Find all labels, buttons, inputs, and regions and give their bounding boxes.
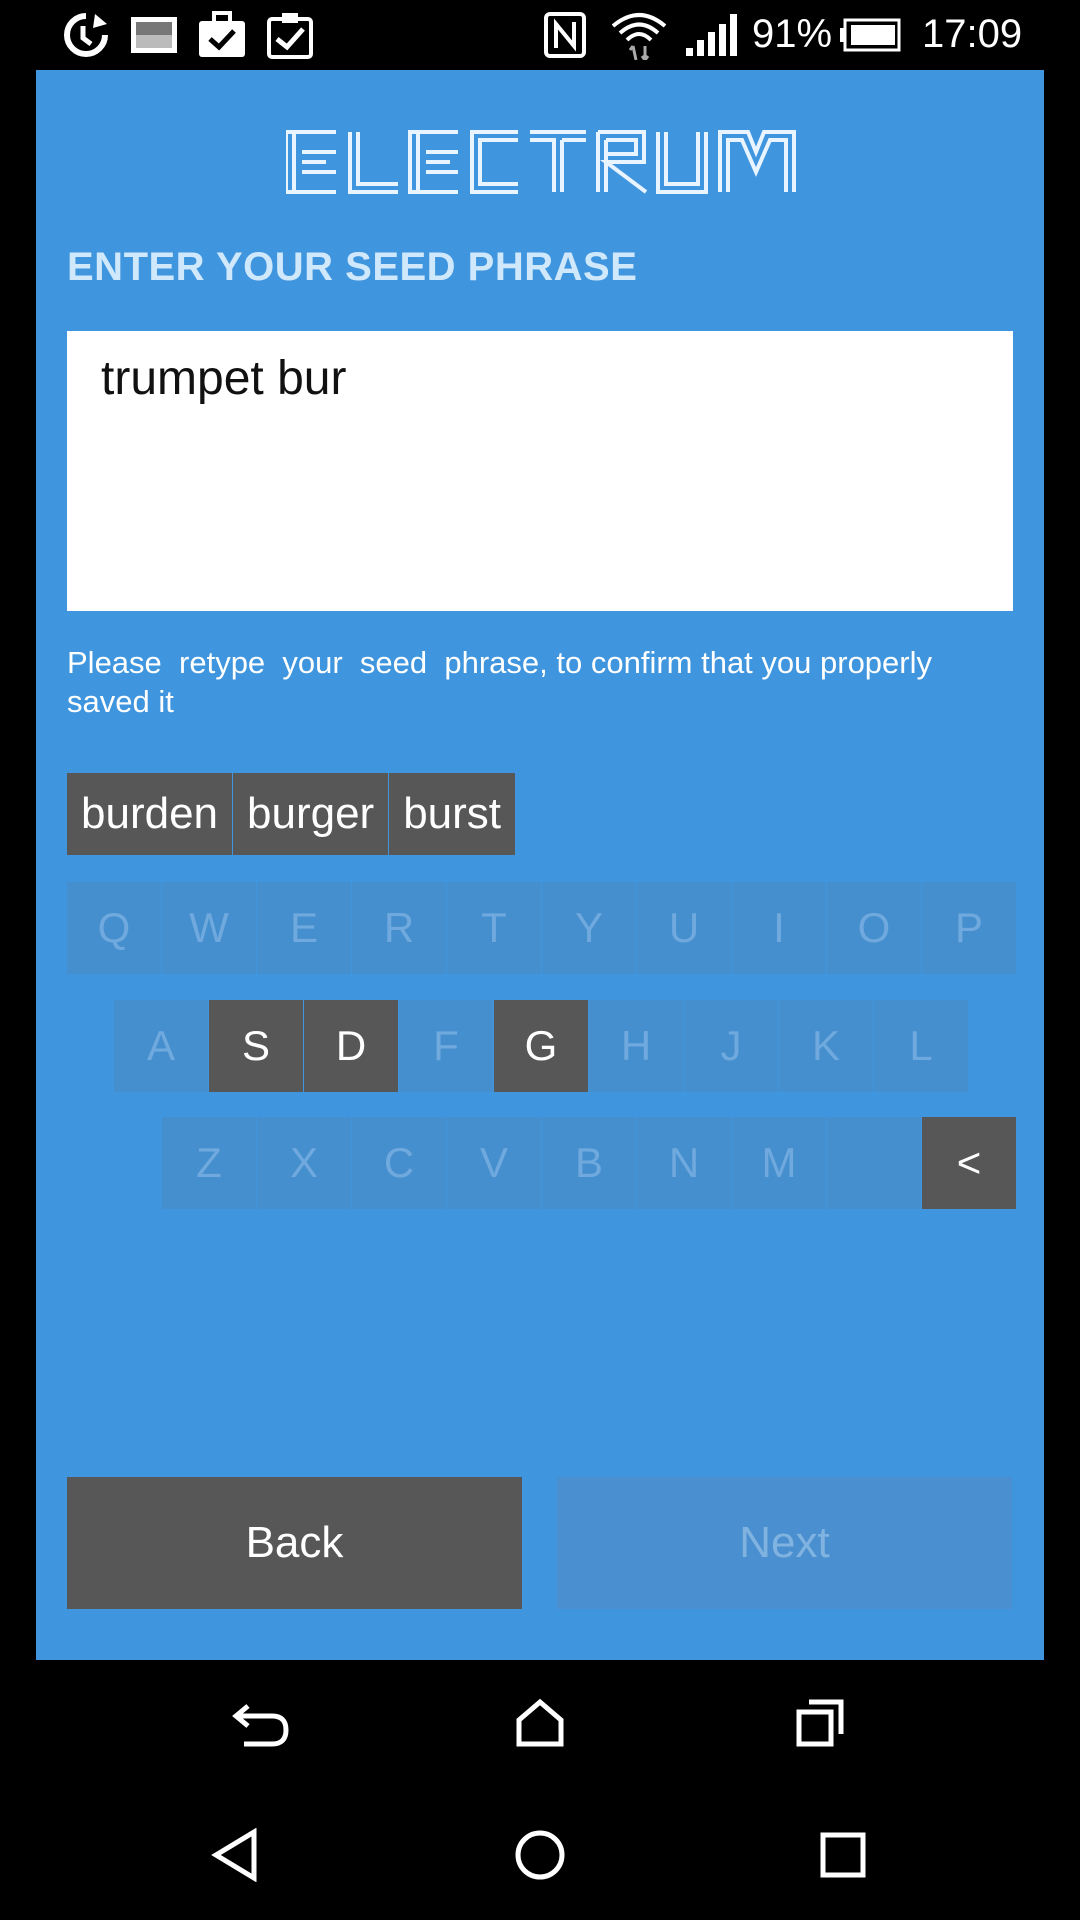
key-s[interactable]: S: [209, 1000, 303, 1092]
key-v[interactable]: V: [447, 1117, 541, 1209]
key-e[interactable]: E: [257, 882, 351, 974]
battery-percentage: 91%: [752, 12, 833, 56]
key-l[interactable]: L: [874, 1000, 968, 1092]
nav-back-triangle-icon[interactable]: [195, 1815, 275, 1895]
image-icon: [128, 10, 180, 60]
back-button[interactable]: Back: [67, 1477, 522, 1609]
key-d[interactable]: D: [304, 1000, 398, 1092]
key-u[interactable]: U: [637, 882, 731, 974]
system-nav-bar: [0, 1790, 1080, 1920]
sync-icon: [60, 10, 112, 60]
back-arrow-icon[interactable]: [222, 1690, 302, 1760]
nav-overview-square-icon[interactable]: [803, 1815, 883, 1895]
electrum-logo: [284, 122, 826, 212]
key-x[interactable]: X: [257, 1117, 351, 1209]
key-m[interactable]: M: [732, 1117, 826, 1209]
home-icon[interactable]: [500, 1688, 580, 1758]
key-t[interactable]: T: [447, 882, 541, 974]
signal-icon: [684, 10, 740, 60]
word-suggestions: burden burger burst: [67, 773, 517, 855]
keyboard-row-3: Z X C V B N M <: [162, 1117, 1017, 1209]
key-h[interactable]: H: [589, 1000, 683, 1092]
key-k[interactable]: K: [779, 1000, 873, 1092]
status-bar: 91% 17:09: [0, 0, 1080, 70]
key-i[interactable]: I: [732, 882, 826, 974]
clock: 17:09: [922, 12, 1023, 56]
recent-apps-icon[interactable]: [780, 1688, 860, 1758]
key-y[interactable]: Y: [542, 882, 636, 974]
key-o[interactable]: O: [827, 882, 921, 974]
keyboard-row-1: QWERTYUIOP: [67, 882, 1017, 974]
next-button[interactable]: Next: [557, 1477, 1012, 1609]
key-blank: [827, 1117, 921, 1209]
battery-icon: [838, 10, 902, 60]
app-panel: ENTER YOUR SEED PHRASE trumpet bur Pleas…: [36, 70, 1044, 1660]
suggestion-chip[interactable]: burst: [389, 773, 517, 855]
key-j[interactable]: J: [684, 1000, 778, 1092]
backspace-key[interactable]: <: [922, 1117, 1016, 1209]
suggestion-chip[interactable]: burger: [233, 773, 390, 855]
key-b[interactable]: B: [542, 1117, 636, 1209]
wifi-icon: [608, 10, 670, 60]
seed-phrase-input[interactable]: trumpet bur: [67, 331, 1013, 611]
key-q[interactable]: Q: [67, 882, 161, 974]
seed-heading: ENTER YOUR SEED PHRASE: [67, 245, 638, 289]
key-z[interactable]: Z: [162, 1117, 256, 1209]
key-c[interactable]: C: [352, 1117, 446, 1209]
nfc-icon: [543, 10, 587, 60]
key-a[interactable]: A: [114, 1000, 208, 1092]
key-g[interactable]: G: [494, 1000, 588, 1092]
keyboard-row-2: ASDFGHJKL: [114, 1000, 969, 1092]
key-p[interactable]: P: [922, 882, 1016, 974]
suggestion-chip[interactable]: burden: [67, 773, 234, 855]
seed-hint-text: Please retype your seed phrase, to confi…: [67, 645, 941, 719]
app-nav-bar: [0, 1660, 1080, 1790]
key-f[interactable]: F: [399, 1000, 493, 1092]
key-w[interactable]: W: [162, 882, 256, 974]
key-r[interactable]: R: [352, 882, 446, 974]
briefcase-check-icon: [196, 10, 248, 60]
nav-home-circle-icon[interactable]: [500, 1815, 580, 1895]
key-n[interactable]: N: [637, 1117, 731, 1209]
clipboard-check-icon: [264, 10, 316, 60]
